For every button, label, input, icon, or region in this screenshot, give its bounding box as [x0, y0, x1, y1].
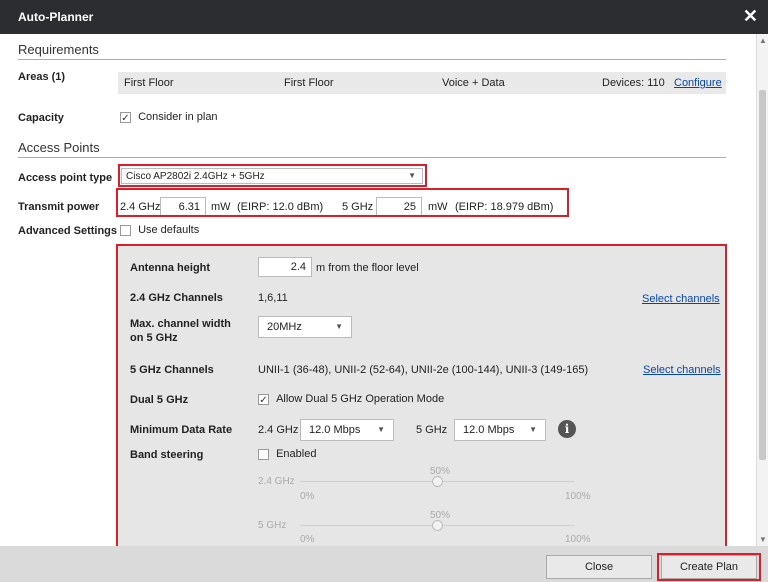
area-profile: Voice + Data	[442, 77, 505, 89]
area-floor: First Floor	[284, 77, 334, 89]
vertical-scrollbar[interactable]: ▲ ▼	[756, 34, 768, 546]
consider-label: Consider in plan	[138, 111, 218, 124]
consider-checkbox[interactable]: ✓	[120, 111, 131, 124]
scroll-down-icon[interactable]: ▼	[758, 535, 768, 544]
close-icon[interactable]: ✕	[743, 6, 758, 27]
advanced-panel-highlight	[116, 244, 727, 546]
requirements-heading: Requirements	[18, 42, 726, 60]
use-defaults[interactable]: Use defaults	[120, 224, 199, 236]
scroll-up-icon[interactable]: ▲	[758, 36, 768, 45]
area-building: First Floor	[124, 77, 174, 89]
area-row: First Floor First Floor Voice + Data Dev…	[118, 72, 726, 94]
close-button[interactable]: Close	[546, 555, 652, 579]
tx-power-label: Transmit power	[18, 201, 100, 213]
dialog-footer: Close Create Plan	[0, 546, 768, 582]
create-plan-highlight	[657, 553, 761, 581]
advanced-settings-label: Advanced Settings	[18, 225, 118, 237]
use-defaults-label: Use defaults	[138, 224, 200, 237]
tx-power-highlight	[116, 188, 569, 217]
dialog-content: Requirements Areas (1) First Floor First…	[0, 34, 756, 546]
scroll-thumb[interactable]	[759, 90, 766, 460]
use-defaults-checkbox[interactable]	[120, 224, 131, 236]
area-devices: Devices: 110	[602, 77, 665, 89]
ap-type-highlight	[118, 164, 427, 187]
areas-label: Areas (1)	[18, 71, 66, 83]
access-points-heading: Access Points	[18, 140, 726, 158]
consider-in-plan[interactable]: ✓ Consider in plan	[120, 111, 218, 124]
title-bar: Auto-Planner ✕	[0, 0, 768, 34]
window-title: Auto-Planner	[18, 10, 94, 24]
ap-type-label: Access point type	[18, 172, 113, 184]
capacity-label: Capacity	[18, 112, 64, 124]
configure-link[interactable]: Configure	[674, 77, 722, 89]
